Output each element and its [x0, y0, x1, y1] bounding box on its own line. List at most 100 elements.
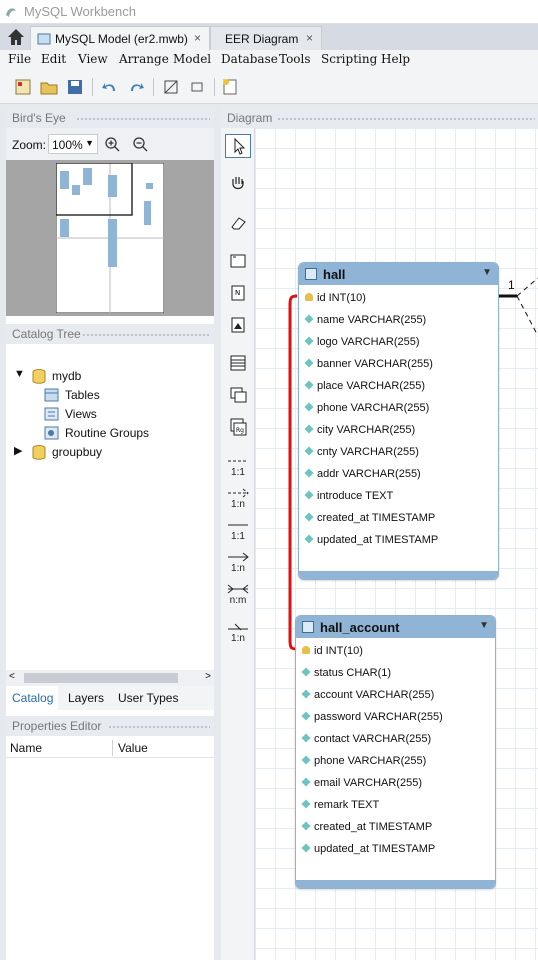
new-model-icon[interactable]: [14, 78, 32, 96]
column-row[interactable]: created_at TIMESTAMP: [301, 821, 432, 833]
birdseye-minimap: [56, 163, 164, 313]
properties-title: Properties Editor: [12, 719, 102, 733]
menu-model[interactable]: Model: [173, 52, 211, 66]
scroll-right-icon[interactable]: >: [205, 671, 211, 682]
image-tool[interactable]: [225, 314, 251, 338]
menu-help[interactable]: Help: [381, 52, 410, 66]
eraser-tool[interactable]: [225, 212, 251, 236]
collapse-icon[interactable]: ▼: [479, 620, 489, 631]
menu-edit[interactable]: Edit: [41, 52, 66, 66]
column-row[interactable]: remark TEXT: [301, 799, 379, 811]
relation-1-1-nonid-tool[interactable]: 1:1: [225, 456, 251, 480]
column-row[interactable]: phone VARCHAR(255): [301, 755, 426, 767]
menu-file[interactable]: File: [8, 52, 31, 66]
home-button[interactable]: [6, 27, 26, 47]
expand-toggle-icon[interactable]: ▼: [14, 368, 25, 380]
collapse-icon[interactable]: ▼: [482, 267, 492, 278]
table-hall-account[interactable]: hall_account ▼ id INT(10) status CHAR(1)…: [295, 615, 496, 889]
relation-label: 1:1: [231, 467, 245, 478]
close-icon[interactable]: ×: [306, 31, 313, 45]
column-row[interactable]: updated_at TIMESTAMP: [304, 534, 438, 546]
menu-scripting[interactable]: Scripting: [321, 52, 377, 66]
new-diagram-icon[interactable]: [221, 78, 239, 96]
undo-icon[interactable]: [101, 78, 119, 96]
column-row[interactable]: id INT(10): [302, 645, 363, 657]
catalog-scrollbar[interactable]: < >: [6, 670, 214, 686]
birdseye-view[interactable]: [6, 160, 214, 316]
save-model-icon[interactable]: [66, 78, 84, 96]
tree-item-tables[interactable]: Tables: [44, 387, 204, 405]
zoom-select[interactable]: 100% ▼: [48, 134, 98, 154]
column-row[interactable]: created_at TIMESTAMP: [304, 512, 436, 524]
note-tool[interactable]: N: [225, 282, 251, 306]
column-row[interactable]: introduce TEXT: [304, 490, 394, 502]
scroll-left-icon[interactable]: <: [9, 671, 15, 682]
view-tool[interactable]: [225, 384, 251, 408]
column-icon: [304, 512, 314, 522]
column-label: account VARCHAR(255): [314, 689, 435, 701]
relation-existing-columns-tool[interactable]: 1:n: [225, 622, 251, 646]
column-icon: [301, 799, 311, 809]
properties-table-header: Name Value: [6, 738, 214, 758]
column-row[interactable]: status CHAR(1): [301, 667, 391, 679]
relation-1-n-id-tool[interactable]: 1:n: [225, 552, 251, 576]
table-header[interactable]: hall_account ▼: [296, 616, 495, 638]
column-row[interactable]: city VARCHAR(255): [304, 424, 415, 436]
tree-item-groupbuy[interactable]: ▶ groupbuy: [12, 444, 202, 462]
home-icon: [8, 29, 24, 45]
toggle-grid-icon[interactable]: [162, 78, 180, 96]
column-row[interactable]: password VARCHAR(255): [301, 711, 443, 723]
column-label: introduce TEXT: [317, 490, 394, 502]
routine-group-tool[interactable]: Rg: [225, 416, 251, 440]
expand-toggle-icon[interactable]: ▶: [14, 444, 22, 457]
table-tool[interactable]: [225, 352, 251, 376]
column-label: created_at TIMESTAMP: [317, 512, 436, 524]
column-row[interactable]: id INT(10): [305, 292, 366, 304]
column-icon: [304, 358, 314, 368]
column-row[interactable]: addr VARCHAR(255): [304, 468, 421, 480]
table-header[interactable]: hall ▼: [299, 263, 498, 285]
column-row[interactable]: place VARCHAR(255): [304, 380, 425, 392]
column-row[interactable]: logo VARCHAR(255): [304, 336, 420, 348]
column-row[interactable]: cnty VARCHAR(255): [304, 446, 419, 458]
column-row[interactable]: banner VARCHAR(255): [304, 358, 433, 370]
diagram-canvas[interactable]: 1 hall ▼ id INT(10) name VARCHAR(255) lo…: [255, 128, 538, 960]
menu-tools[interactable]: Tools: [279, 52, 311, 66]
table-name: hall_account: [320, 620, 400, 635]
relation-1-1-id-tool[interactable]: 1:1: [225, 520, 251, 544]
tab-eer-diagram[interactable]: EER Diagram ×: [210, 26, 322, 50]
close-icon[interactable]: ×: [194, 31, 201, 45]
scroll-thumb[interactable]: [24, 673, 178, 683]
column-row[interactable]: updated_at TIMESTAMP: [301, 843, 435, 855]
menu-database[interactable]: Database: [221, 52, 278, 66]
column-row[interactable]: account VARCHAR(255): [301, 689, 435, 701]
tab-layers[interactable]: Layers: [68, 691, 104, 705]
menu-view[interactable]: View: [78, 52, 108, 66]
relation-1-n-nonid-tool[interactable]: 1:n: [225, 488, 251, 512]
tree-item-routine-groups[interactable]: Routine Groups: [44, 425, 204, 443]
model-tab-icon: [37, 33, 51, 45]
tab-user-types[interactable]: User Types: [118, 691, 178, 705]
relation-n-m-tool[interactable]: n:m: [225, 584, 251, 608]
tree-item-views[interactable]: Views: [44, 406, 204, 424]
redo-icon[interactable]: [127, 78, 145, 96]
table-hall[interactable]: hall ▼ id INT(10) name VARCHAR(255) logo…: [298, 262, 499, 580]
align-icon[interactable]: [188, 78, 206, 96]
panel-grip: [82, 333, 210, 337]
zoom-in-icon[interactable]: [104, 136, 120, 152]
select-tool[interactable]: [225, 134, 251, 158]
column-label: password VARCHAR(255): [314, 711, 443, 723]
menu-arrange[interactable]: Arrange: [119, 52, 169, 66]
column-row[interactable]: contact VARCHAR(255): [301, 733, 431, 745]
open-model-icon[interactable]: [40, 78, 58, 96]
hand-tool[interactable]: [225, 172, 251, 196]
column-row[interactable]: name VARCHAR(255): [304, 314, 426, 326]
column-row[interactable]: phone VARCHAR(255): [304, 402, 429, 414]
column-row[interactable]: email VARCHAR(255): [301, 777, 422, 789]
tab-mysql-model[interactable]: MySQL Model (er2.mwb) ×: [30, 26, 210, 50]
tree-item-mydb[interactable]: ▼ mydb: [12, 368, 202, 386]
layer-tool[interactable]: [225, 250, 251, 274]
svg-text:N: N: [235, 289, 240, 297]
zoom-out-icon[interactable]: [132, 136, 148, 152]
tab-catalog[interactable]: Catalog: [6, 686, 58, 710]
